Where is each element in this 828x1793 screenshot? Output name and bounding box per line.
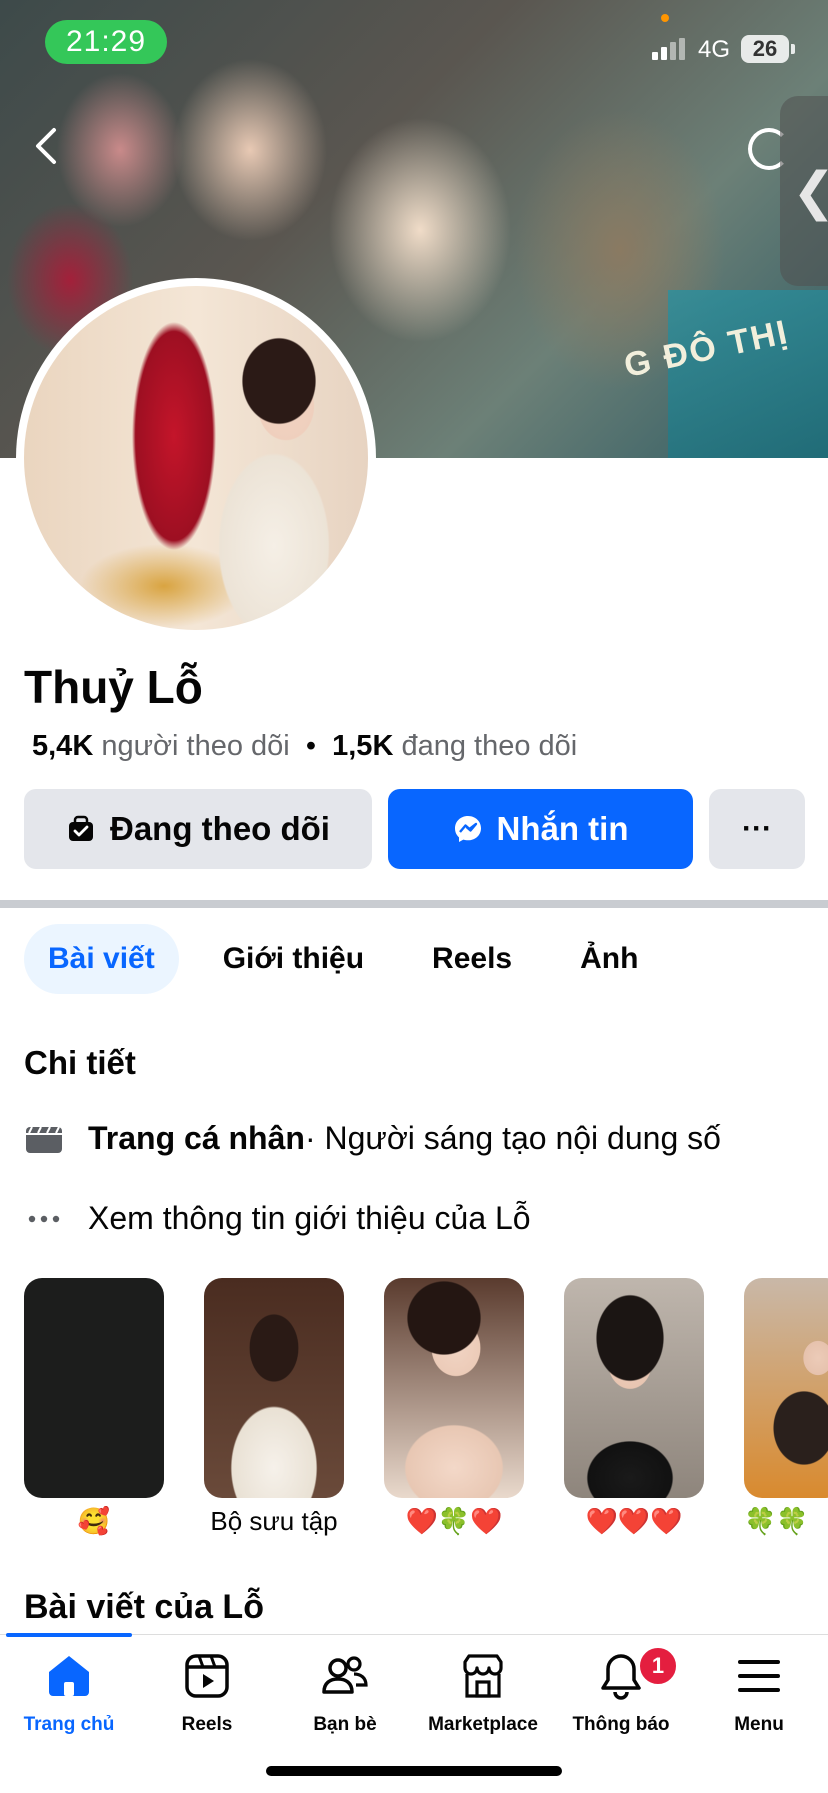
highlight-caption: 🥰 — [77, 1506, 111, 1536]
nav-menu[interactable]: Menu — [690, 1652, 828, 1736]
battery-tip — [791, 44, 795, 54]
highlight-caption: ❤️🍀❤️ — [405, 1506, 503, 1536]
highlight-card[interactable] — [564, 1278, 704, 1498]
posts-section-title: Bài viết của Lỗ — [24, 1588, 264, 1626]
tab-about[interactable]: Giới thiệu — [199, 924, 388, 994]
nav-label: Bạn bè — [313, 1714, 377, 1735]
following-button-label: Đang theo dõi — [110, 810, 330, 847]
back-arrow-icon[interactable] — [28, 124, 68, 168]
profile-type-label: Trang cá nhân — [88, 1120, 305, 1156]
more-dots-icon — [28, 1215, 60, 1222]
menu-icon — [738, 1660, 780, 1692]
see-about-row[interactable]: Xem thông tin giới thiệu của Lỗ — [24, 1200, 531, 1237]
network-type: 4G — [698, 36, 731, 63]
see-about-label: Xem thông tin giới thiệu của Lỗ — [88, 1200, 531, 1236]
cover-photo-text: G ĐÔ THỊ — [620, 313, 793, 385]
home-icon — [49, 1656, 89, 1696]
privacy-indicator-dot — [661, 14, 669, 22]
section-divider — [0, 900, 828, 908]
friends-icon — [322, 1656, 368, 1694]
nav-marketplace[interactable]: Marketplace — [414, 1652, 552, 1736]
highlight-card[interactable] — [384, 1278, 524, 1498]
reels-icon — [185, 1654, 229, 1698]
highlight-caption: Bộ sưu tập — [210, 1506, 338, 1536]
tab-photos[interactable]: Ảnh — [556, 924, 662, 994]
nav-friends[interactable]: Bạn bè — [276, 1652, 414, 1736]
nav-active-indicator — [6, 1633, 132, 1637]
status-time: 21:29 — [45, 20, 167, 64]
details-title: Chi tiết — [24, 1044, 136, 1081]
followers-count: 5,4K — [32, 730, 94, 762]
following-label: đang theo dõi — [401, 730, 578, 762]
stats-separator: • — [305, 730, 316, 762]
nav-label: Reels — [181, 1714, 233, 1735]
highlight-card[interactable] — [24, 1278, 164, 1498]
signal-icon — [652, 38, 690, 60]
more-dots-icon: ··· — [742, 812, 772, 845]
message-button-label: Nhắn tin — [496, 810, 629, 847]
nav-label: Marketplace — [428, 1714, 538, 1735]
followers-label: người theo dõi — [101, 730, 290, 762]
more-options-button[interactable]: ··· — [709, 789, 805, 869]
nav-label: Trang chủ — [23, 1714, 115, 1735]
highlight-caption: ❤️❤️❤️ — [585, 1506, 683, 1536]
home-indicator — [266, 1766, 562, 1776]
profile-avatar[interactable] — [24, 286, 368, 630]
clapperboard-icon — [26, 1126, 62, 1153]
highlight-caption: 🍀🍀 — [744, 1506, 809, 1536]
nav-home[interactable]: Trang chủ — [0, 1652, 138, 1736]
profile-name: Thuỷ Lỗ — [24, 661, 203, 713]
marketplace-icon — [463, 1654, 503, 1698]
chevron-left-icon[interactable]: ❮ — [792, 166, 828, 218]
bell-icon — [601, 1654, 641, 1700]
nav-label: Menu — [734, 1714, 784, 1735]
nav-reels[interactable]: Reels — [138, 1652, 276, 1736]
message-button[interactable]: Nhắn tin — [388, 789, 693, 869]
following-check-icon — [69, 815, 93, 841]
following-count: 1,5K — [332, 730, 394, 762]
tab-reels[interactable]: Reels — [408, 924, 536, 994]
follow-stats[interactable]: 5,4K người theo dõi • 1,5K đang theo dõi — [32, 730, 577, 763]
messenger-icon — [454, 816, 481, 842]
tab-posts[interactable]: Bài viết — [24, 924, 179, 994]
profile-type-row: Trang cá nhân · Người sáng tạo nội dung … — [24, 1120, 721, 1157]
nav-notifications[interactable]: 1 Thông báo — [552, 1646, 690, 1736]
profile-type-category: · Người sáng tạo nội dung số — [304, 1120, 721, 1156]
notification-badge: 1 — [638, 1646, 678, 1686]
following-button[interactable]: Đang theo dõi — [24, 789, 372, 869]
nav-label: Thông báo — [572, 1714, 670, 1735]
battery-icon: 26 — [741, 35, 789, 63]
highlight-card[interactable] — [204, 1278, 344, 1498]
highlight-card[interactable] — [744, 1278, 828, 1498]
profile-tabs: Bài viết Giới thiệu Reels Ảnh — [24, 924, 682, 994]
